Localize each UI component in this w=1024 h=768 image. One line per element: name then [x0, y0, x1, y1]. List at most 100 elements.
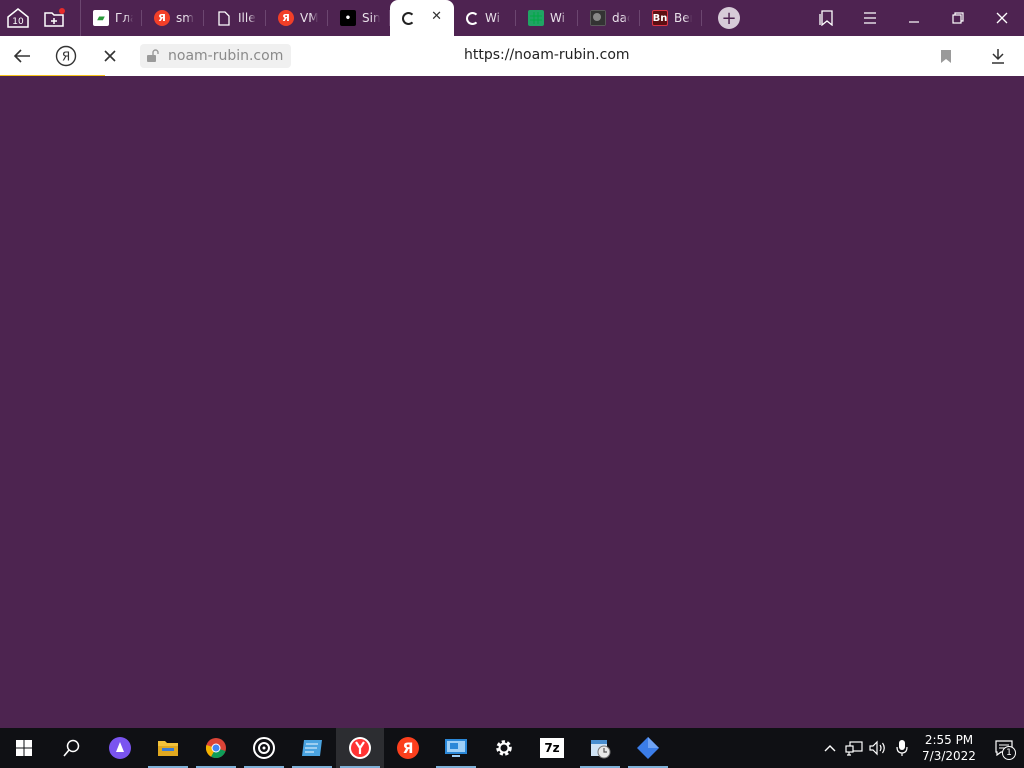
loading-spinner-icon [402, 11, 415, 25]
new-tab-button[interactable]: + [718, 7, 740, 29]
tab-10[interactable]: Bn Ber [640, 0, 702, 36]
close-icon [996, 12, 1008, 24]
search-button[interactable] [48, 728, 96, 768]
microphone-button[interactable] [890, 728, 914, 768]
chrome-icon [205, 738, 226, 758]
yandex-logo-icon: Я [55, 45, 77, 67]
blue-diamond-icon [637, 737, 659, 759]
green-leaf-icon: ▰ [93, 10, 109, 26]
microphone-icon [896, 740, 908, 756]
taskbar-7zip[interactable]: 7z [528, 728, 576, 768]
tab-active[interactable]: ✕ [390, 0, 454, 36]
tab-5[interactable]: • Sin [328, 0, 390, 36]
home-icon: 10 [7, 8, 29, 28]
web-page-content[interactable] [0, 76, 1024, 728]
yandex-browser-icon [349, 737, 371, 759]
alice-assistant-icon [109, 737, 131, 759]
tab-title: Гла [115, 11, 133, 25]
notification-count-badge: 1 [1002, 746, 1016, 760]
clock-time: 2:55 PM [924, 733, 974, 747]
tab-4[interactable]: Я VM [266, 0, 328, 36]
speaker-icon [869, 740, 885, 756]
calendar-tool-icon [591, 740, 611, 759]
tab-8[interactable]: Wi [516, 0, 578, 36]
tab-list: ▰ Гла Я sm Ille Я VM • Sin ✕ Wi [80, 0, 702, 36]
restore-button[interactable] [936, 0, 980, 36]
windows-logo-icon [16, 740, 32, 756]
svg-text:Я: Я [62, 50, 70, 64]
tab-3[interactable]: Ille [204, 0, 266, 36]
bn-icon: Bn [652, 10, 668, 26]
back-button[interactable] [0, 36, 44, 76]
url-field[interactable]: https://noam-rubin.com [464, 47, 630, 63]
site-info-button[interactable]: noam-rubin.com [140, 44, 292, 68]
tab-7[interactable]: Wi [454, 0, 516, 36]
yandex-icon: Я [397, 737, 419, 759]
media-player-icon [253, 737, 275, 759]
taskbar-alice[interactable] [96, 728, 144, 768]
taskbar-calendar-tool[interactable] [576, 728, 624, 768]
clock[interactable]: 2:55 PM 7/3/2022 [914, 732, 984, 764]
gear-icon [496, 740, 512, 756]
tab-2[interactable]: Я sm [142, 0, 204, 36]
taskbar-remote-desktop[interactable] [432, 728, 480, 768]
image-icon [590, 10, 606, 26]
unlocked-padlock-icon [147, 49, 159, 62]
site-domain: noam-rubin.com [168, 48, 284, 64]
action-center-button[interactable]: 1 [984, 728, 1024, 768]
window-controls [804, 0, 1024, 36]
dark-site-icon: • [340, 10, 356, 26]
download-icon [992, 49, 1004, 64]
tab-strip: 10 ▰ Гла Я sm Ille Я VM • [0, 0, 1024, 36]
close-tab-icon[interactable]: ✕ [431, 9, 442, 24]
spreadsheet-icon [528, 10, 544, 26]
loading-spinner-icon [466, 11, 479, 25]
tab-9[interactable]: dac [578, 0, 640, 36]
tab-title: Wi [550, 11, 565, 25]
downloads-button[interactable] [972, 36, 1024, 76]
taskbar-settings[interactable] [480, 728, 528, 768]
tab-1[interactable]: ▰ Гла [80, 0, 142, 36]
tab-title: dac [612, 11, 630, 25]
close-icon [104, 50, 116, 62]
start-button[interactable] [0, 728, 48, 768]
clock-date: 7/3/2022 [922, 749, 976, 763]
remote-desktop-icon [445, 739, 467, 757]
network-button[interactable] [842, 728, 866, 768]
bookmark-button[interactable] [920, 36, 972, 76]
close-window-button[interactable] [980, 0, 1024, 36]
tab-title: sm [176, 11, 194, 25]
bookmarks-panel-button[interactable] [804, 0, 848, 36]
minimize-button[interactable] [892, 0, 936, 36]
taskbar-chrome[interactable] [192, 728, 240, 768]
system-tray: 2:55 PM 7/3/2022 1 [818, 728, 1024, 768]
svg-text:Я: Я [403, 741, 414, 757]
tab-title: Ille [238, 11, 256, 25]
taskbar-media[interactable] [240, 728, 288, 768]
yandex-button[interactable]: Я [44, 36, 88, 76]
svg-text:10: 10 [12, 17, 24, 27]
tab-groups-button[interactable] [36, 0, 72, 36]
arrow-left-icon [13, 49, 30, 63]
home-tabs-button[interactable]: 10 [0, 0, 36, 36]
plus-icon: + [721, 7, 737, 29]
folder-icon [158, 741, 178, 756]
taskbar-yandex[interactable]: Я [384, 728, 432, 768]
show-hidden-icons-button[interactable] [818, 728, 842, 768]
taskbar-file-explorer[interactable] [144, 728, 192, 768]
tab-title: Ber [674, 11, 692, 25]
hamburger-icon [864, 12, 876, 24]
volume-button[interactable] [866, 728, 890, 768]
yandex-icon: Я [278, 10, 294, 26]
stop-loading-button[interactable] [88, 36, 132, 76]
tab-title: VM [300, 11, 318, 25]
taskbar: Я 7z 2:55 PM 7/3/2022 1 [0, 728, 1024, 768]
taskbar-notes[interactable] [288, 728, 336, 768]
notes-icon [302, 740, 322, 756]
menu-button[interactable] [848, 0, 892, 36]
address-bar: Я noam-rubin.com https://noam-rubin.com [0, 36, 1024, 76]
taskbar-blue-app[interactable] [624, 728, 672, 768]
network-icon [845, 741, 863, 756]
taskbar-yandex-browser[interactable] [336, 728, 384, 768]
seven-zip-icon: 7z [540, 738, 564, 758]
